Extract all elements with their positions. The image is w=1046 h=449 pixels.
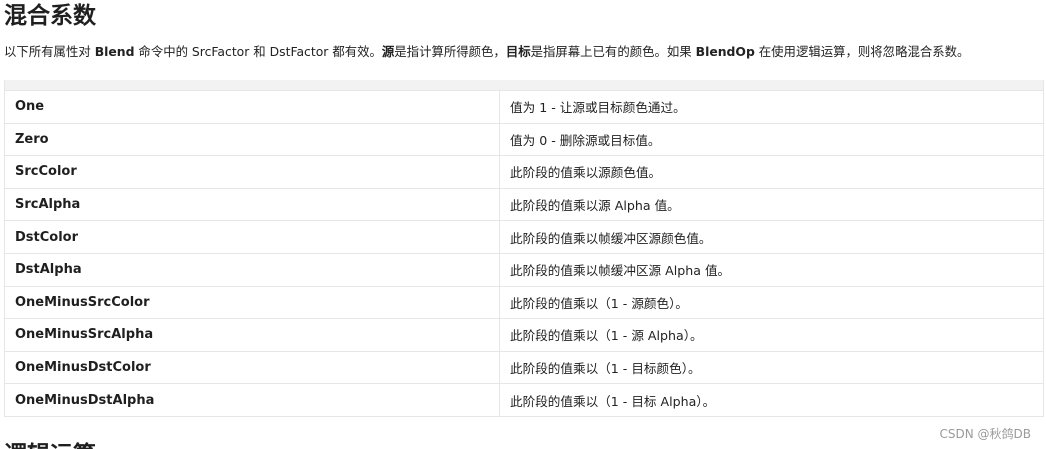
factor-description: 此阶段的值乘以（1 - 目标颜色）。	[499, 350, 1044, 385]
factor-description: 此阶段的值乘以源 Alpha 值。	[499, 187, 1044, 222]
table-row: OneMinusSrcColor 此阶段的值乘以（1 - 源颜色）。	[4, 285, 1044, 320]
factor-name: OneMinusSrcColor	[4, 285, 500, 320]
blend-factor-table: One 值为 1 - 让源或目标颜色通过。 Zero 值为 0 - 删除源或目标…	[4, 90, 1044, 417]
blend-factor-table-wrap: One 值为 1 - 让源或目标颜色通过。 Zero 值为 0 - 删除源或目标…	[4, 80, 1044, 417]
desc-bold-source: 源	[381, 44, 395, 59]
factor-description: 值为 0 - 删除源或目标值。	[499, 122, 1044, 157]
factor-name: One	[4, 90, 500, 124]
section-title: 混合系数	[4, 3, 96, 29]
next-section-title: 逻辑运算	[4, 440, 96, 449]
factor-name: OneMinusDstColor	[4, 350, 500, 385]
table-row: DstAlpha 此阶段的值乘以帧缓冲区源 Alpha 值。	[4, 252, 1044, 287]
desc-bold-blend: Blend	[94, 44, 135, 59]
desc-text-4: 是指屏幕上已有的颜色。如果	[530, 44, 696, 59]
desc-text-3: 是指计算所得颜色，	[394, 44, 506, 59]
document-page: 混合系数 以下所有属性对 Blend 命令中的 SrcFactor 和 DstF…	[0, 0, 1046, 449]
table-header	[4, 80, 1044, 90]
desc-text-1: 以下所有属性对	[4, 44, 95, 59]
table-row: OneMinusDstAlpha 此阶段的值乘以（1 - 目标 Alpha）。	[4, 383, 1044, 417]
factor-description: 此阶段的值乘以帧缓冲区源颜色值。	[499, 220, 1044, 254]
desc-bold-blendop: BlendOp	[695, 44, 755, 59]
csdn-watermark: CSDN @秋鸽DB	[939, 427, 1031, 441]
factor-name: OneMinusSrcAlpha	[4, 318, 500, 352]
table-row: OneMinusDstColor 此阶段的值乘以（1 - 目标颜色）。	[4, 350, 1044, 385]
table-body: One 值为 1 - 让源或目标颜色通过。 Zero 值为 0 - 删除源或目标…	[4, 90, 1044, 417]
table-row: SrcAlpha 此阶段的值乘以源 Alpha 值。	[4, 187, 1044, 222]
factor-name: DstColor	[4, 220, 500, 254]
factor-name: DstAlpha	[4, 252, 500, 287]
desc-text-2: 命令中的 SrcFactor 和 DstFactor 都有效。	[134, 44, 382, 59]
table-row: OneMinusSrcAlpha 此阶段的值乘以（1 - 源 Alpha）。	[4, 318, 1044, 352]
section-description: 以下所有属性对 Blend 命令中的 SrcFactor 和 DstFactor…	[4, 43, 969, 61]
table-row: One 值为 1 - 让源或目标颜色通过。	[4, 90, 1044, 124]
factor-description: 此阶段的值乘以帧缓冲区源 Alpha 值。	[499, 252, 1044, 287]
desc-text-5: 在使用逻辑运算，则将忽略混合系数。	[754, 44, 970, 59]
table-row: SrcColor 此阶段的值乘以源颜色值。	[4, 155, 1044, 189]
factor-description: 此阶段的值乘以（1 - 目标 Alpha）。	[499, 383, 1044, 417]
factor-name: OneMinusDstAlpha	[4, 383, 500, 417]
table-row: DstColor 此阶段的值乘以帧缓冲区源颜色值。	[4, 220, 1044, 254]
factor-description: 此阶段的值乘以（1 - 源 Alpha）。	[499, 318, 1044, 352]
factor-name: SrcColor	[4, 155, 500, 189]
factor-name: Zero	[4, 122, 500, 157]
desc-bold-target: 目标	[505, 44, 531, 59]
factor-name: SrcAlpha	[4, 187, 500, 222]
table-row: Zero 值为 0 - 删除源或目标值。	[4, 122, 1044, 157]
factor-description: 值为 1 - 让源或目标颜色通过。	[499, 90, 1044, 124]
factor-description: 此阶段的值乘以源颜色值。	[499, 155, 1044, 189]
factor-description: 此阶段的值乘以（1 - 源颜色）。	[499, 285, 1044, 320]
